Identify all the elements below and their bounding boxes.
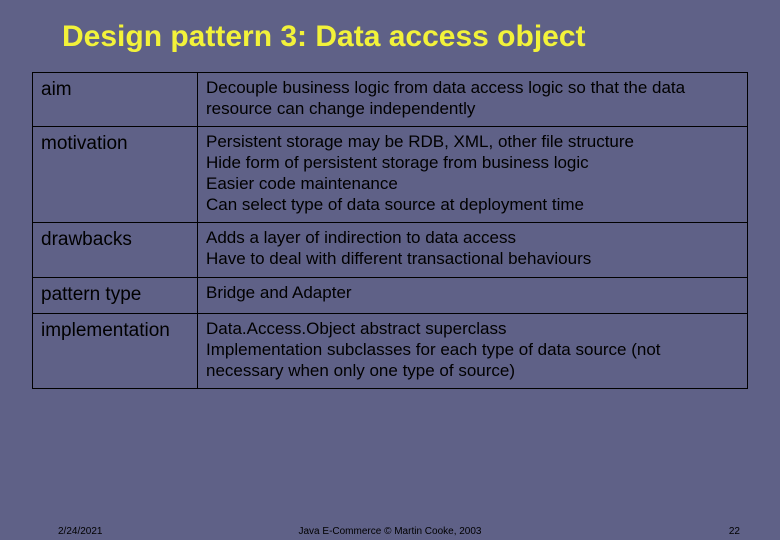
footer-center: Java E-Commerce © Martin Cooke, 2003 xyxy=(0,526,780,537)
row-body-implementation: Data.Access.Object abstract superclass I… xyxy=(198,314,748,389)
body-line: Data.Access.Object abstract superclass xyxy=(206,319,739,340)
slide-title: Design pattern 3: Data access object xyxy=(0,0,780,72)
table-row: aim Decouple business logic from data ac… xyxy=(33,73,748,127)
slide: Design pattern 3: Data access object aim… xyxy=(0,0,780,540)
row-label-aim: aim xyxy=(33,73,198,127)
row-body-aim: Decouple business logic from data access… xyxy=(198,73,748,127)
row-label-motivation: motivation xyxy=(33,127,198,223)
body-line: Can select type of data source at deploy… xyxy=(206,195,739,216)
pattern-table: aim Decouple business logic from data ac… xyxy=(32,72,748,389)
row-body-patterntype: Bridge and Adapter xyxy=(198,277,748,313)
table-row: motivation Persistent storage may be RDB… xyxy=(33,127,748,223)
table-row: drawbacks Adds a layer of indirection to… xyxy=(33,223,748,277)
table-row: pattern type Bridge and Adapter xyxy=(33,277,748,313)
row-label-drawbacks: drawbacks xyxy=(33,223,198,277)
body-line: Implementation subclasses for each type … xyxy=(206,340,739,381)
body-line: Adds a layer of indirection to data acce… xyxy=(206,228,739,249)
body-line: Persistent storage may be RDB, XML, othe… xyxy=(206,132,739,153)
body-line: Have to deal with different transactiona… xyxy=(206,249,739,270)
row-body-drawbacks: Adds a layer of indirection to data acce… xyxy=(198,223,748,277)
row-body-motivation: Persistent storage may be RDB, XML, othe… xyxy=(198,127,748,223)
footer-page: 22 xyxy=(729,526,740,537)
body-line: Bridge and Adapter xyxy=(206,283,739,304)
body-line: Decouple business logic from data access… xyxy=(206,78,739,119)
pattern-table-wrap: aim Decouple business logic from data ac… xyxy=(0,72,780,389)
body-line: Hide form of persistent storage from bus… xyxy=(206,153,739,174)
row-label-patterntype: pattern type xyxy=(33,277,198,313)
table-row: implementation Data.Access.Object abstra… xyxy=(33,314,748,389)
row-label-implementation: implementation xyxy=(33,314,198,389)
body-line: Easier code maintenance xyxy=(206,174,739,195)
